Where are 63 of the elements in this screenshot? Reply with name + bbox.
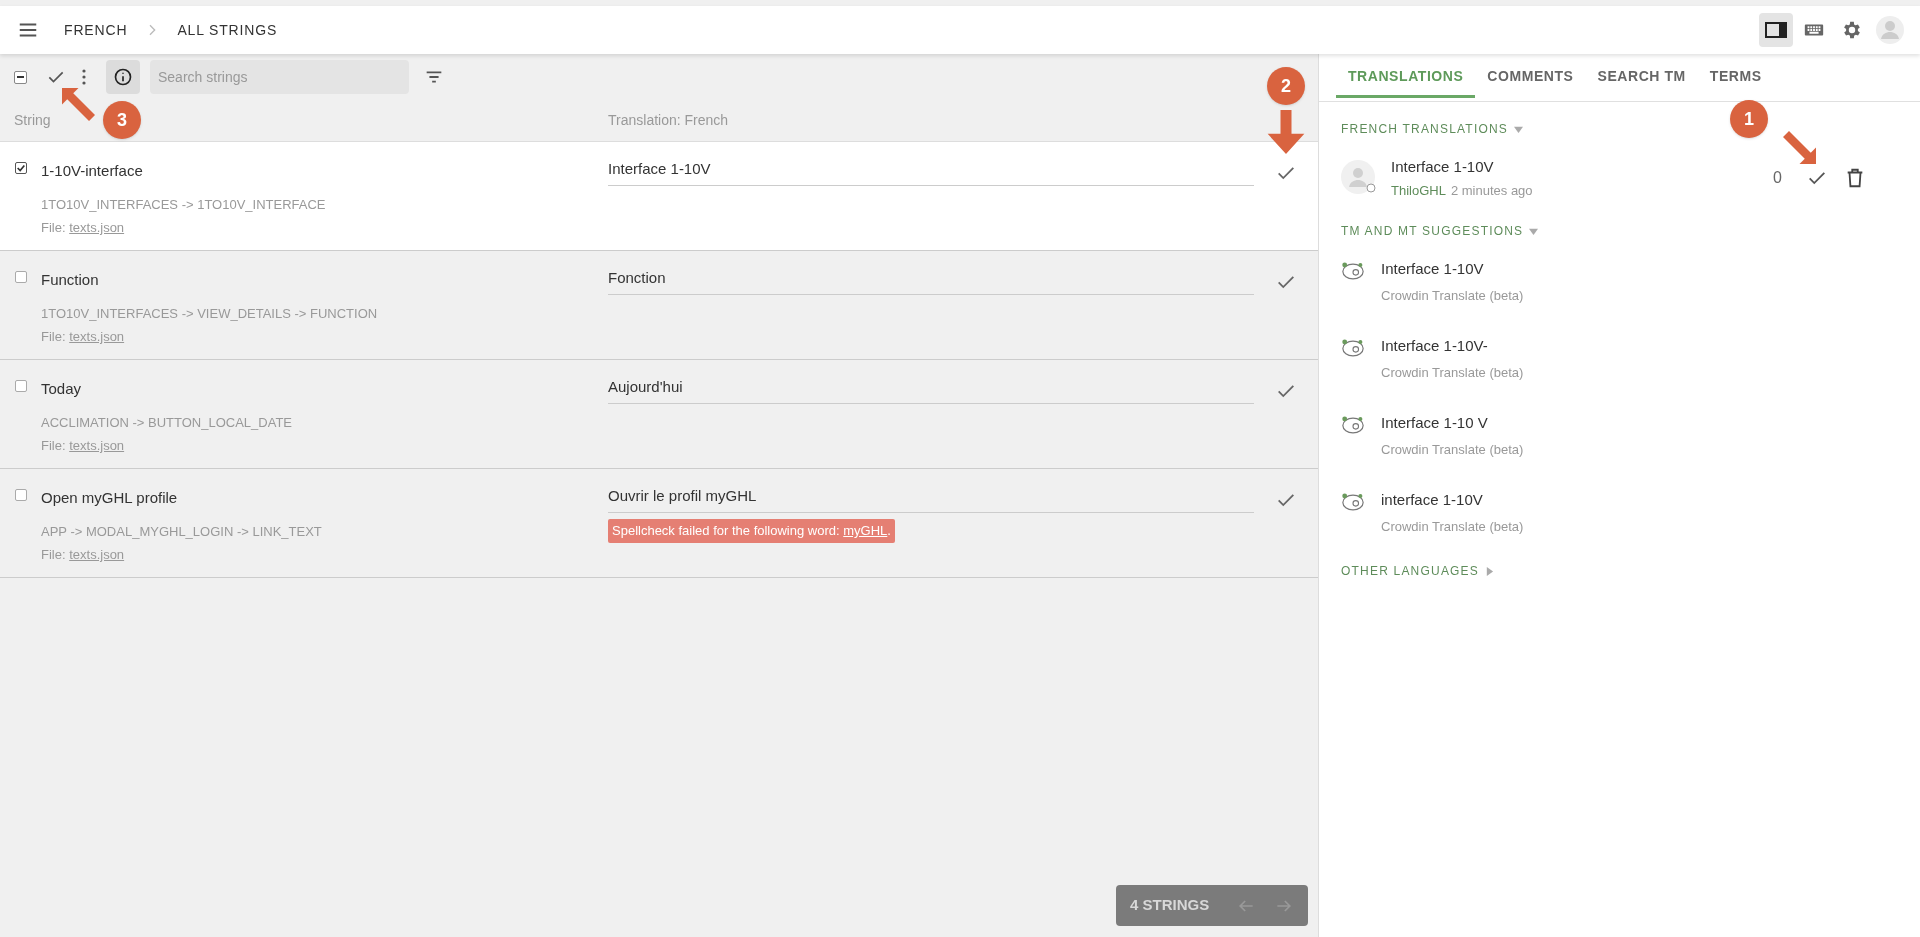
suggestion-text: Interface 1-10 V xyxy=(1381,413,1489,433)
suggestion-item[interactable]: Interface 1-10 V Crowdin Translate (beta) xyxy=(1341,412,1898,459)
section-title[interactable]: OTHER LANGUAGES xyxy=(1341,562,1480,580)
file-path: File: texts.json xyxy=(41,546,126,564)
row-checkbox[interactable] xyxy=(15,162,27,174)
suggestion-source: Crowdin Translate (beta) xyxy=(1381,363,1524,382)
section-title[interactable]: TM AND MT SUGGESTIONS xyxy=(1341,222,1524,240)
source-text: Open myGHL profile xyxy=(41,488,179,508)
panel-tab[interactable]: TERMS xyxy=(1697,58,1774,98)
row-checkbox[interactable] xyxy=(15,380,27,392)
column-header: String xyxy=(14,111,51,130)
vote-count: 0 xyxy=(1773,168,1782,188)
row-checkbox[interactable] xyxy=(15,271,27,283)
suggestion-item[interactable]: Interface 1-10V- Crowdin Translate (beta) xyxy=(1341,335,1898,382)
string-row[interactable]: 1-10V-interface 1TO10V_INTERFACES -> 1TO10V_INTERFACE File: texts.json Interface 1-10V xyxy=(0,142,1318,251)
bear-face-icon xyxy=(1341,338,1365,357)
suggestion-source: Crowdin Translate (beta) xyxy=(1381,440,1524,459)
file-path: File: texts.json xyxy=(41,437,126,455)
step-badge: 3 xyxy=(103,101,141,139)
suggestion-item[interactable]: interface 1-10V Crowdin Translate (beta) xyxy=(1341,489,1898,536)
row-checkbox[interactable] xyxy=(15,489,27,501)
avatar-icon xyxy=(1341,160,1377,196)
translation-field[interactable]: Fonction xyxy=(608,267,1254,295)
source-text: 1-10V-interface xyxy=(41,161,144,181)
suggestion-source: Crowdin Translate (beta) xyxy=(1381,286,1524,305)
file-path: File: texts.json xyxy=(41,328,126,346)
suggestion-text: interface 1-10V xyxy=(1381,490,1484,510)
info-icon xyxy=(113,67,133,87)
panel-tab[interactable]: SEARCH TM xyxy=(1585,58,1698,98)
file-path: File: texts.json xyxy=(41,219,126,237)
bear-face-icon xyxy=(1341,261,1365,280)
suggestion-source: Crowdin Translate (beta) xyxy=(1381,517,1524,536)
string-key: 1TO10V_INTERFACES -> VIEW_DETAILS -> FUNCTION xyxy=(41,303,378,323)
source-text: Function xyxy=(41,270,100,290)
suggestion-text: Interface 1-10V xyxy=(1381,259,1485,279)
author-link[interactable]: ThiloGHL xyxy=(1391,181,1446,201)
bear-face-icon xyxy=(1341,415,1365,434)
timestamp: 2 minutes ago xyxy=(1450,182,1533,200)
breadcrumb-item[interactable]: ALL STRINGS xyxy=(177,19,278,41)
annotation-arrow xyxy=(62,88,98,124)
string-key: ACCLIMATION -> BUTTON_LOCAL_DATE xyxy=(41,412,293,432)
more-icon[interactable] xyxy=(82,69,86,85)
string-key: 1TO10V_INTERFACES -> 1TO10V_INTERFACE xyxy=(41,194,326,214)
step-badge: 2 xyxy=(1267,67,1305,105)
suggestion-text: Interface 1-10V- xyxy=(1381,336,1489,356)
translation-text: Interface 1-10V xyxy=(1391,156,1495,177)
column-header: Translation: French xyxy=(608,111,729,130)
translation-field[interactable]: Ouvrir le profil myGHL xyxy=(608,485,1254,513)
translation-field[interactable]: Aujourd'hui xyxy=(608,376,1254,404)
select-all-checkbox[interactable] xyxy=(14,70,27,84)
suggestion-item[interactable]: Interface 1-10V Crowdin Translate (beta) xyxy=(1341,258,1898,305)
translation-field[interactable]: Interface 1-10V xyxy=(608,158,1254,186)
source-text: Today xyxy=(41,379,83,399)
sidebar-toggle-icon[interactable] xyxy=(1759,13,1793,47)
breadcrumb-item[interactable]: FRENCH xyxy=(64,19,128,41)
search-field[interactable]: Search strings xyxy=(150,60,409,94)
string-key: APP -> MODAL_MYGHL_LOGIN -> LINK_TEXT xyxy=(41,521,322,541)
info-button[interactable] xyxy=(106,60,140,94)
spellcheck-error: Spellcheck failed for the following word: myGHL. xyxy=(608,519,895,543)
panel-tab[interactable]: COMMENTS xyxy=(1475,58,1586,98)
string-count: 4 STRINGS xyxy=(1130,895,1210,916)
section-title[interactable]: FRENCH TRANSLATIONS xyxy=(1341,120,1509,138)
bear-face-icon xyxy=(1341,492,1365,511)
